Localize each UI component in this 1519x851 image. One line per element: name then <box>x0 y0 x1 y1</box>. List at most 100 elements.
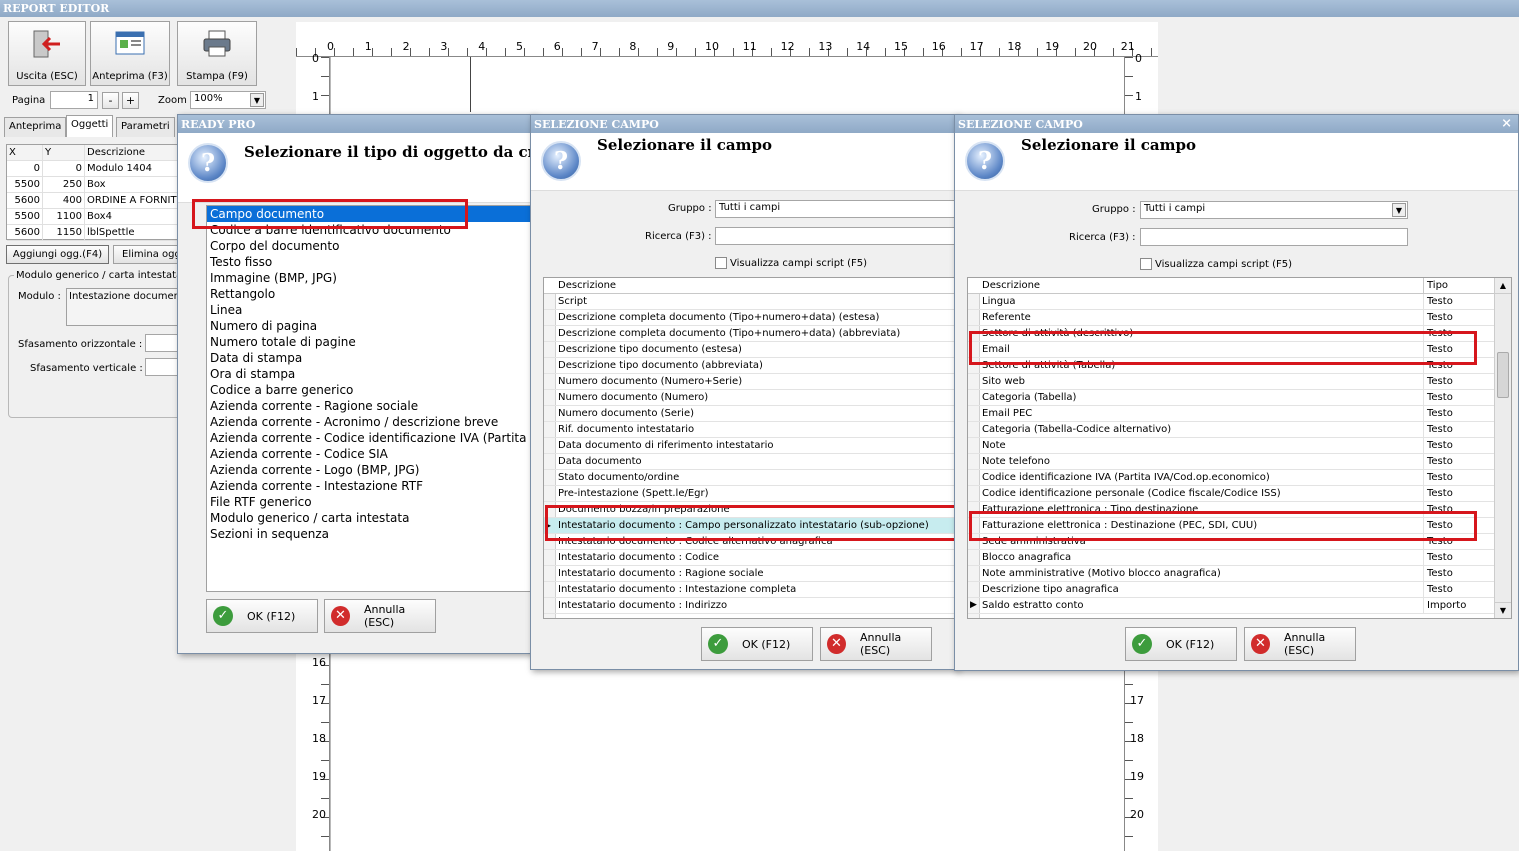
table-row[interactable]: Data documento di riferimento intestatar… <box>544 438 959 454</box>
preview-button[interactable]: Anteprima (F3) <box>90 21 170 86</box>
table-row[interactable]: Note Testo <box>968 438 1511 454</box>
list-item[interactable]: Azienda corrente - Intestazione RTF <box>207 478 535 494</box>
list-item[interactable]: Azienda corrente - Codice identificazion… <box>207 430 535 446</box>
table-row[interactable]: Note amministrative (Motivo blocco anagr… <box>968 566 1511 582</box>
ruler-tick-label: 2 <box>402 40 410 53</box>
table-row[interactable]: Data documento <box>544 454 959 470</box>
table-row[interactable]: Email PEC Testo <box>968 406 1511 422</box>
table-row[interactable]: 5600 400 ORDINE A FORNIT <box>7 193 181 209</box>
list-item[interactable]: Azienda corrente - Acronimo / descrizion… <box>207 414 535 430</box>
table-row[interactable]: Script <box>544 294 959 310</box>
scroll-thumb[interactable] <box>1497 352 1509 398</box>
preview-icon <box>115 31 145 55</box>
ruler-tick-label: 19 <box>1130 770 1144 783</box>
check-icon: ✓ <box>213 606 233 626</box>
table-row[interactable]: Referente Testo <box>968 310 1511 326</box>
table-row[interactable]: Descrizione tipo documento (abbreviata) <box>544 358 959 374</box>
ricerca-input[interactable] <box>715 227 959 245</box>
table-row[interactable]: Intestatario documento : Indirizzo <box>544 598 959 614</box>
table-row[interactable]: Descrizione tipo documento (estesa) <box>544 342 959 358</box>
list-item[interactable]: Linea <box>207 302 535 318</box>
table-row[interactable]: Intestatario documento : Codice <box>544 550 959 566</box>
print-button[interactable]: Stampa (F9) <box>177 21 257 86</box>
page-minus-button[interactable]: - <box>102 92 119 109</box>
checkbox-icon[interactable] <box>1140 258 1152 270</box>
checkbox-icon[interactable] <box>715 257 727 269</box>
cell-tipo: Testo <box>1423 486 1453 501</box>
table-row[interactable]: 5500 1100 Box4 <box>7 209 181 225</box>
list-item[interactable]: Codice a barre generico <box>207 382 535 398</box>
table-row[interactable]: Categoria (Tabella) Testo <box>968 390 1511 406</box>
object-type-list[interactable]: Campo documento Codice a barre identifica… <box>206 205 536 592</box>
table-row[interactable]: Lingua Testo <box>968 294 1511 310</box>
ok-button[interactable]: ✓ OK (F12) <box>701 627 813 661</box>
scroll-up-icon[interactable]: ▲ <box>1495 278 1511 294</box>
table-row[interactable]: Numero documento (Numero) <box>544 390 959 406</box>
page-input[interactable]: 1 <box>50 91 98 109</box>
fields-grid[interactable]: Descrizione Script Descrizione completa d… <box>543 277 959 619</box>
page-plus-button[interactable]: + <box>122 92 139 109</box>
chevron-down-icon[interactable]: ▼ <box>1392 203 1406 217</box>
list-item[interactable]: Immagine (BMP, JPG) <box>207 270 535 286</box>
table-row[interactable]: Codice identificazione personale (Codice… <box>968 486 1511 502</box>
fields-grid[interactable]: Descrizione Tipo Lingua Testo Referente Test… <box>967 277 1512 619</box>
tab-oggetti[interactable]: Oggetti <box>66 115 114 137</box>
list-item[interactable]: Corpo del documento <box>207 238 535 254</box>
table-row[interactable]: 5600 1150 lblSpettle <box>7 225 181 241</box>
table-row[interactable]: Intestatario documento : Intestazione co… <box>544 582 959 598</box>
chevron-down-icon[interactable]: ▼ <box>250 93 264 107</box>
list-item[interactable]: Azienda corrente - Ragione sociale <box>207 398 535 414</box>
list-item[interactable]: Modulo generico / carta intestata <box>207 510 535 526</box>
zoom-select[interactable]: 100% ▼ <box>190 91 266 109</box>
modulo-field[interactable]: Intestazione document <box>66 288 186 326</box>
ricerca-input[interactable] <box>1140 228 1408 246</box>
scroll-down-icon[interactable]: ▼ <box>1495 602 1511 618</box>
table-row[interactable]: Blocco anagrafica Testo <box>968 550 1511 566</box>
tab-parametri[interactable]: Parametri <box>116 117 175 137</box>
cancel-button[interactable]: ✕ Annulla (ESC) <box>820 627 932 661</box>
list-item[interactable]: Data di stampa <box>207 350 535 366</box>
table-row[interactable]: 0 0 Modulo 1404 <box>7 161 181 177</box>
cancel-button[interactable]: ✕ Annulla (ESC) <box>1244 627 1356 661</box>
list-item[interactable]: Sezioni in sequenza <box>207 526 535 542</box>
close-icon: ✕ <box>1251 634 1270 654</box>
list-item[interactable]: Azienda corrente - Codice SIA <box>207 446 535 462</box>
delete-object-button[interactable]: Elimina ogg <box>113 245 183 264</box>
table-row[interactable]: Categoria (Tabella-Codice alternativo) Te… <box>968 422 1511 438</box>
table-row[interactable]: Sito web Testo <box>968 374 1511 390</box>
ok-button[interactable]: ✓ OK (F12) <box>1125 627 1237 661</box>
table-row[interactable]: Numero documento (Numero+Serie) <box>544 374 959 390</box>
table-row[interactable]: Pre-intestazione (Spett.le/Egr) <box>544 486 959 502</box>
app-title-bar: REPORT EDITOR <box>0 0 1519 17</box>
table-row[interactable]: Note telefono Testo <box>968 454 1511 470</box>
table-row[interactable]: Descrizione completa documento (Tipo+num… <box>544 310 959 326</box>
ok-button[interactable]: ✓ OK (F12) <box>206 599 318 633</box>
table-row[interactable]: Intestatario documento : Ragione sociale <box>544 566 959 582</box>
list-item[interactable]: Testo fisso <box>207 254 535 270</box>
table-row[interactable]: 5500 250 Box <box>7 177 181 193</box>
list-item[interactable]: Rettangolo <box>207 286 535 302</box>
add-object-button[interactable]: Aggiungi ogg.(F4) <box>6 245 109 264</box>
table-row[interactable]: Rif. documento intestatario <box>544 422 959 438</box>
list-item[interactable]: Ora di stampa <box>207 366 535 382</box>
tab-anteprima[interactable]: Anteprima <box>4 117 67 137</box>
table-row[interactable]: Descrizione completa documento (Tipo+num… <box>544 326 959 342</box>
close-icon[interactable]: × <box>1501 116 1512 131</box>
table-row[interactable]: Stato documento/ordine <box>544 470 959 486</box>
list-item[interactable]: Numero di pagina <box>207 318 535 334</box>
list-item[interactable]: File RTF generico <box>207 494 535 510</box>
exit-button[interactable]: Uscita (ESC) <box>8 21 86 86</box>
list-item[interactable]: Numero totale di pagine <box>207 334 535 350</box>
table-row[interactable]: Numero documento (Serie) <box>544 406 959 422</box>
cell-descrizione: Data documento <box>558 456 642 467</box>
table-row[interactable]: Descrizione tipo anagrafica Testo <box>968 582 1511 598</box>
gruppo-select[interactable]: Tutti i campi <box>715 200 959 218</box>
table-row[interactable]: ▶ Saldo estratto conto Importo <box>968 598 1511 614</box>
gruppo-select[interactable]: Tutti i campi ▼ <box>1140 201 1408 219</box>
script-checkbox[interactable]: Visualizza campi script (F5) <box>715 257 867 269</box>
scrollbar[interactable]: ▲ ▼ <box>1494 278 1511 618</box>
cancel-button[interactable]: ✕ Annulla (ESC) <box>324 599 436 633</box>
table-row[interactable]: Codice identificazione IVA (Partita IVA/… <box>968 470 1511 486</box>
list-item[interactable]: Azienda corrente - Logo (BMP, JPG) <box>207 462 535 478</box>
script-checkbox[interactable]: Visualizza campi script (F5) <box>1140 258 1292 270</box>
